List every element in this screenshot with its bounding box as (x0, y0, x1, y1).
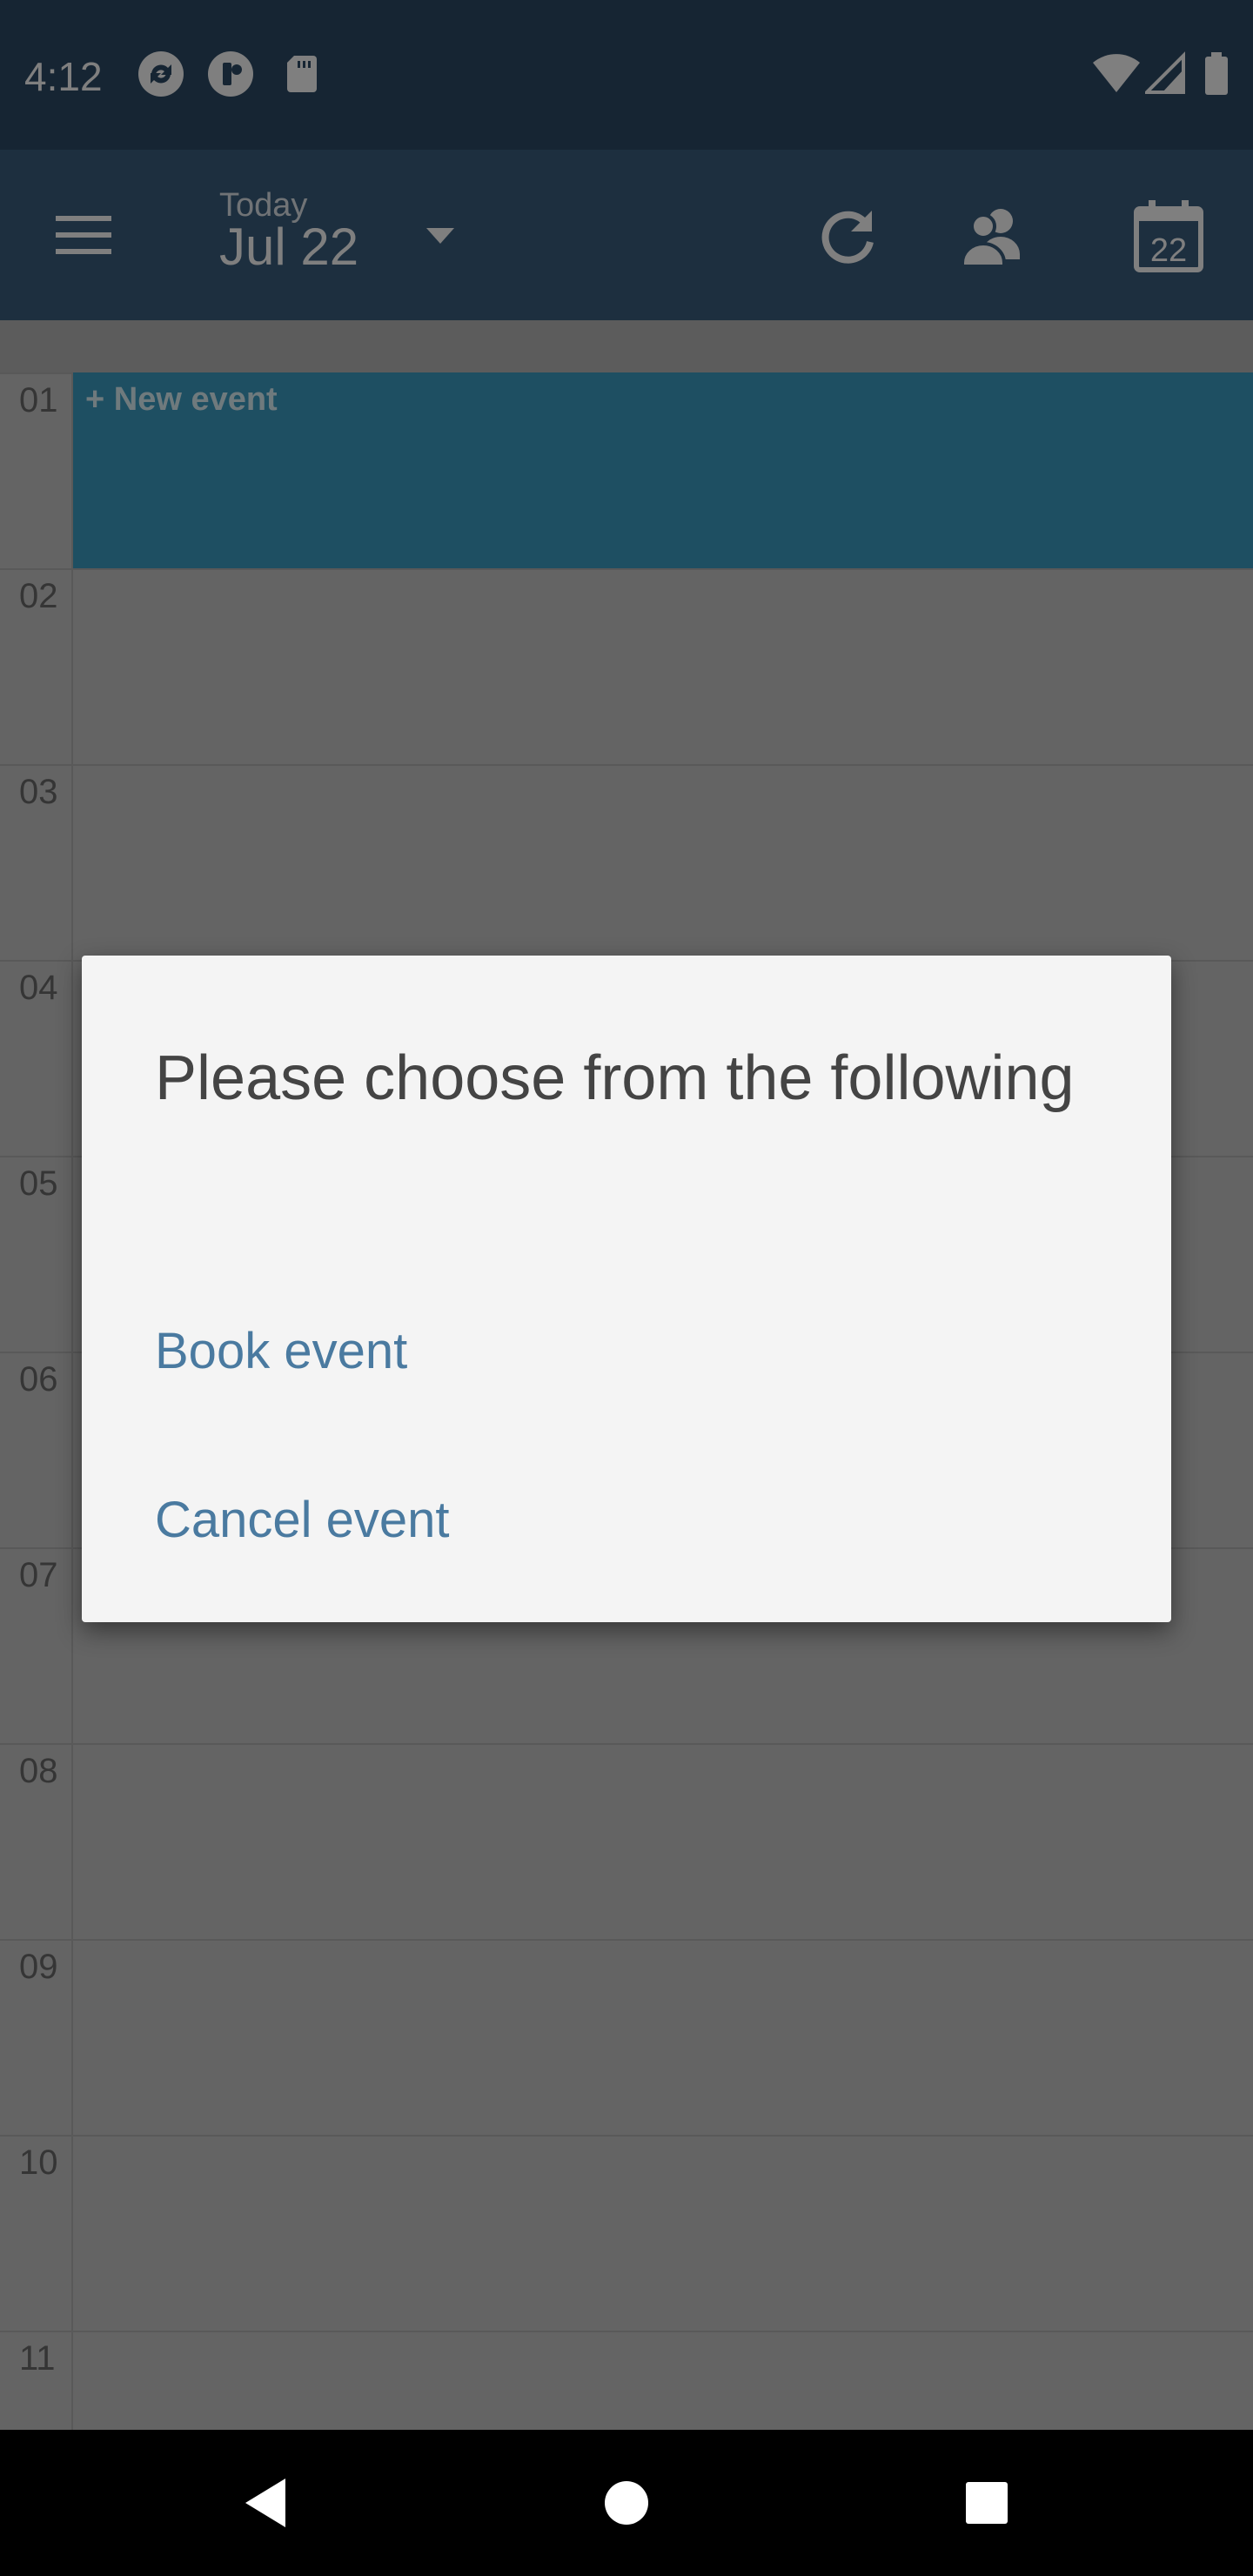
cancel-event-option[interactable]: Cancel event (155, 1490, 450, 1551)
choice-dialog: Please choose from the following Book ev… (82, 956, 1171, 1622)
dialog-title: Please choose from the following (155, 1043, 1075, 1113)
book-event-option[interactable]: Book event (155, 1321, 407, 1382)
recents-icon[interactable] (955, 2472, 1018, 2534)
back-icon[interactable] (235, 2472, 298, 2534)
home-icon[interactable] (595, 2472, 658, 2534)
